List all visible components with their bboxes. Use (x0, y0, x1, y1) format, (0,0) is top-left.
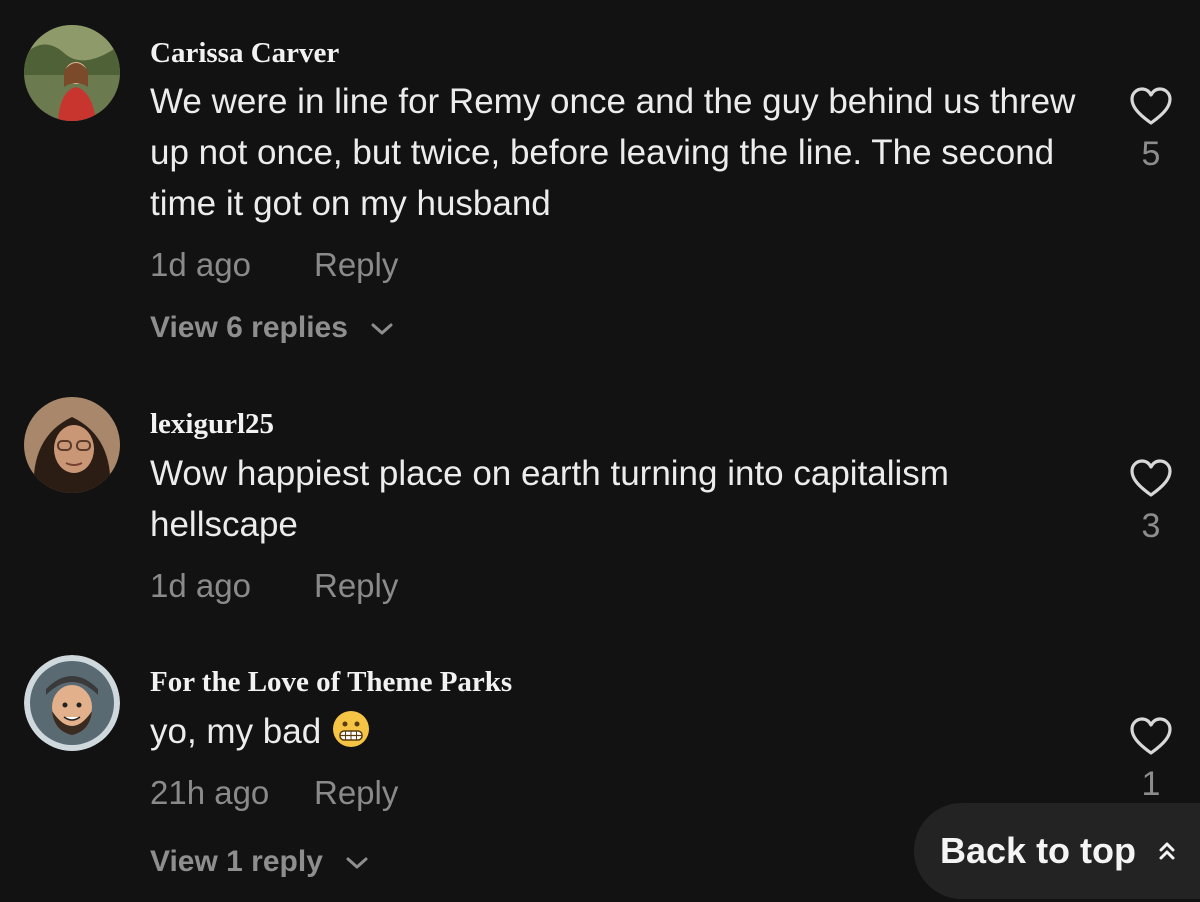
like-button[interactable]: 1 (1120, 716, 1182, 804)
grimacing-face-emoji-icon (333, 711, 370, 747)
avatar[interactable] (24, 25, 120, 121)
comment-meta: 21h ago Reply (150, 773, 398, 813)
avatar[interactable] (24, 397, 120, 493)
like-count: 1 (1141, 765, 1161, 803)
reply-button[interactable]: Reply (314, 245, 398, 285)
heart-icon (1130, 717, 1172, 755)
heart-icon (1130, 459, 1172, 497)
comment-username[interactable]: lexigurl25 (150, 407, 274, 441)
comment-text: yo, my bad (150, 706, 1080, 757)
chevron-down-icon (346, 857, 368, 869)
comment-text-content: yo, my bad (150, 712, 322, 751)
comment-username[interactable]: Carissa Carver (150, 36, 339, 70)
comment-timestamp: 1d ago (150, 246, 251, 283)
view-replies-label: View 6 replies (150, 311, 348, 344)
like-button[interactable]: 3 (1120, 458, 1182, 546)
comment-meta: 1d ago Reply (150, 566, 398, 606)
back-to-top-label: Back to top (940, 830, 1137, 871)
reply-button[interactable]: Reply (314, 773, 398, 813)
comment-username[interactable]: For the Love of Theme Parks (150, 665, 512, 699)
comment-meta: 1d ago Reply (150, 245, 398, 285)
like-count: 3 (1141, 507, 1161, 545)
view-replies-button[interactable]: View 6 replies (150, 310, 394, 346)
reply-button[interactable]: Reply (314, 566, 398, 606)
avatar[interactable] (24, 655, 120, 751)
view-replies-button[interactable]: View 1 reply (150, 844, 369, 880)
view-replies-label: View 1 reply (150, 845, 323, 878)
like-button[interactable]: 5 (1120, 86, 1182, 174)
double-chevron-up-icon (1159, 842, 1175, 860)
back-to-top-button[interactable]: Back to top (914, 803, 1200, 899)
chevron-down-icon (371, 323, 393, 335)
comment-timestamp: 21h ago (150, 774, 270, 811)
comment-text: We were in line for Remy once and the gu… (150, 82, 1076, 223)
heart-icon (1130, 87, 1172, 125)
like-count: 5 (1141, 135, 1161, 173)
comment-text: Wow happiest place on earth turning into… (150, 454, 949, 544)
comment-timestamp: 1d ago (150, 567, 251, 604)
